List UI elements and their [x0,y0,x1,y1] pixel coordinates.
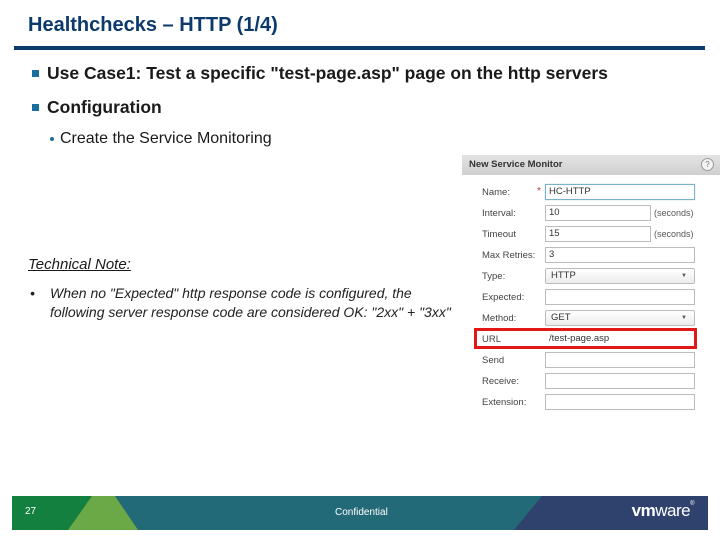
square-bullet-icon [32,70,39,77]
type-label: Type: [482,271,506,282]
technical-note: • When no "Expected" http response code … [30,284,470,322]
row-interval: Interval: 10 (seconds) [462,205,720,224]
logo-vm: vm [631,501,656,520]
required-asterisk-icon: * [537,186,541,197]
type-select[interactable]: HTTP ▼ [545,268,695,284]
chevron-down-icon: ▼ [681,273,687,279]
dialog-header: New Service Monitor ? [462,155,720,175]
footer-bar: 27 Confidential vmware® [12,496,708,530]
title-divider [14,46,705,50]
row-method: Method: GET ▼ [462,310,720,329]
vmware-logo: vmware® [631,501,695,521]
receive-label: Receive: [482,376,519,387]
name-label: Name: [482,187,510,198]
new-service-monitor-dialog: New Service Monitor ? Name: * HC-HTTP In… [462,155,720,417]
row-max-retries: Max Retries: 3 [462,247,720,266]
registered-mark: ® [690,501,694,507]
page-number: 27 [25,506,37,517]
max-retries-input[interactable]: 3 [545,247,695,263]
sub-bullet-text: Create the Service Monitoring [60,130,272,147]
timeout-input[interactable]: 15 [545,226,651,242]
timeout-label: Timeout [482,229,516,240]
row-timeout: Timeout 15 (seconds) [462,226,720,245]
chevron-down-icon: ▼ [681,315,687,321]
row-name: Name: * HC-HTTP [462,184,720,203]
name-input[interactable]: HC-HTTP [545,184,695,200]
confidential-label: Confidential [335,507,388,518]
row-send: Send [462,352,720,371]
technical-note-title: Technical Note: [28,256,131,273]
max-retries-label: Max Retries: [482,250,536,261]
technical-note-text: When no "Expected" http response code is… [50,285,451,320]
logo-ware: ware [655,501,691,520]
method-select[interactable]: GET ▼ [545,310,695,326]
expected-input[interactable] [545,289,695,305]
interval-input[interactable]: 10 [545,205,651,221]
extension-label: Extension: [482,397,527,408]
note-bullet-icon: • [30,285,35,301]
bullet-text: Configuration [47,97,162,117]
expected-label: Expected: [482,292,525,303]
timeout-unit: (seconds) [654,229,694,239]
dialog-title: New Service Monitor [469,159,563,170]
send-label: Send [482,355,505,366]
interval-label: Interval: [482,208,516,219]
row-type: Type: HTTP ▼ [462,268,720,287]
url-highlight-box [474,328,697,349]
interval-unit: (seconds) [654,208,694,218]
row-expected: Expected: [462,289,720,308]
method-label: Method: [482,313,517,324]
extension-input[interactable] [545,394,695,410]
receive-input[interactable] [545,373,695,389]
dot-bullet-icon [50,137,54,141]
row-receive: Receive: [462,373,720,392]
bullet-use-case: Use Case1: Test a specific "test-page.as… [32,63,608,84]
bullet-configuration: Configuration [32,97,162,118]
help-icon[interactable]: ? [701,158,714,171]
square-bullet-icon [32,104,39,111]
bullet-text: Use Case1: Test a specific "test-page.as… [47,63,608,83]
sub-bullet-create-monitor: Create the Service Monitoring [50,130,272,148]
row-extension: Extension: [462,394,720,413]
slide-title: Healthchecks – HTTP (1/4) [28,14,278,36]
type-value: HTTP [551,270,576,281]
method-value: GET [551,312,571,323]
send-input[interactable] [545,352,695,368]
